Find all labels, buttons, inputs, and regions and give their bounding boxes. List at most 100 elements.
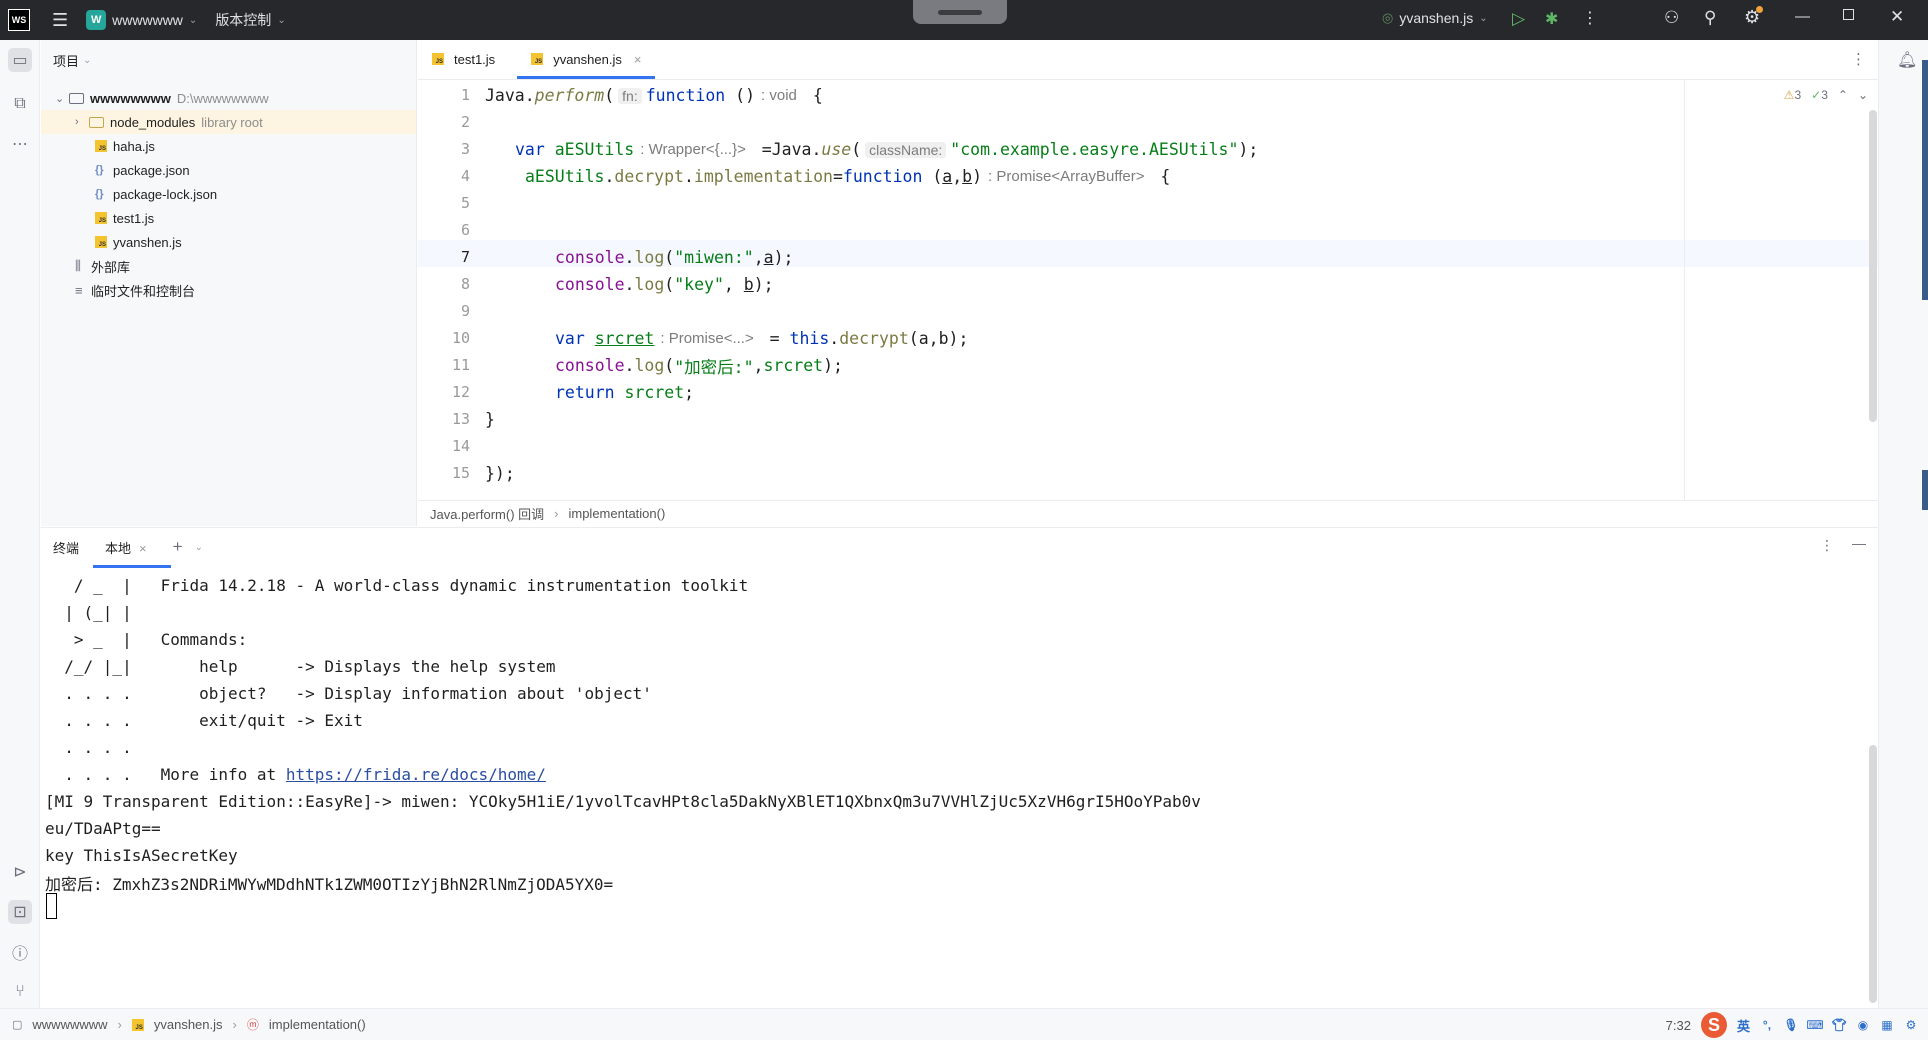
close-icon[interactable]: ✕ (1890, 7, 1904, 27)
code-line[interactable]: console. log("miwen:", a); (555, 244, 793, 271)
chevron-up-icon[interactable]: ⌃ (1838, 88, 1848, 102)
project-panel-header[interactable]: 项目 ⌄ (41, 40, 416, 80)
terminal-line: / _ | Frida 14.2.18 - A world-class dyna… (45, 576, 749, 595)
breadcrumb-item[interactable]: Java.perform() 回调 (430, 504, 544, 523)
code-line[interactable]: Java. perform(fn: function (): void { (485, 82, 823, 109)
chevron-down-icon: ⌄ (188, 14, 198, 26)
tree-item-label: haha.js (113, 138, 155, 154)
tab-test1-js[interactable]: JS test1.js (418, 39, 509, 79)
maximize-icon[interactable] (1843, 9, 1854, 20)
type-hint: : Wrapper<{...}> (640, 141, 746, 158)
line-number: 8 (460, 275, 470, 293)
cursor-position[interactable]: 7:32 (1666, 1018, 1691, 1033)
game-icon[interactable]: ◉ (1856, 1018, 1870, 1032)
punctuation-icon[interactable]: °, (1760, 1018, 1774, 1032)
problems-icon[interactable]: ⓘ (8, 940, 32, 964)
code-line[interactable]: console. log("key", b); (555, 271, 774, 298)
project-panel-title: 项目 (53, 53, 80, 69)
ime-menu-icon[interactable]: ⚙ (1904, 1018, 1918, 1032)
hide-panel-icon[interactable]: — (1852, 535, 1866, 551)
structure-icon[interactable]: ⧉ (8, 92, 32, 116)
terminal-cursor[interactable] (46, 893, 57, 919)
app-logo[interactable]: WS (8, 9, 30, 31)
breadcrumb-item[interactable]: implementation() (568, 506, 665, 521)
run-config-name: yvanshen.js (1399, 10, 1474, 26)
folder-icon (69, 92, 84, 104)
terminal-icon[interactable]: ⊡ (8, 900, 32, 924)
minimize-icon[interactable]: — (1795, 8, 1810, 25)
tab-options-icon[interactable]: ⋮ (1851, 50, 1866, 68)
terminal-scrollbar[interactable] (1869, 745, 1877, 1003)
terminal-line: /_/ |_| help -> Displays the help system (45, 657, 556, 676)
tree-item-node-modules[interactable]: › node_modules library root (41, 110, 416, 134)
tree-item-haha-js[interactable]: JS haha.js (41, 134, 416, 158)
vcs-menu[interactable]: 版本控制 ⌄ (215, 10, 285, 30)
ime-language[interactable]: 英 (1737, 1016, 1750, 1035)
status-crumb[interactable]: yvanshen.js (154, 1017, 223, 1032)
line-number: 14 (451, 437, 470, 455)
folder-icon (89, 116, 104, 128)
tab-local[interactable]: 本地 × (93, 538, 171, 568)
new-tab-icon[interactable]: + (173, 537, 183, 557)
chevron-down-icon[interactable]: ⌄ (1858, 88, 1868, 102)
chevron-down-icon[interactable]: ⌄ (195, 542, 203, 553)
git-icon[interactable]: ⑂ (8, 980, 32, 1004)
line-number: 12 (451, 383, 470, 401)
services-icon[interactable]: ⊳ (8, 860, 32, 884)
debug-icon[interactable]: ✱ (1545, 9, 1558, 29)
terminal-line: 加密后: ZmxhZ3s2NDRiMWYwMDdhNTk1ZWM0OTIzYjB… (45, 874, 614, 894)
add-user-icon[interactable]: ⚇ (1664, 8, 1679, 28)
tab-label: test1.js (454, 51, 496, 67)
tree-item-label: 外部库 (91, 259, 131, 275)
js-file-icon: JS (95, 236, 107, 248)
tree-item-package-json[interactable]: {} package.json (41, 158, 416, 182)
close-tab-icon[interactable]: × (634, 52, 642, 67)
skin-icon[interactable]: 👕︎ (1831, 1018, 1846, 1032)
more-actions-icon[interactable]: ⋮ (1582, 8, 1598, 28)
search-icon[interactable]: ⚲ (1704, 8, 1716, 28)
status-crumb[interactable]: implementation() (269, 1017, 366, 1032)
tab-yvanshen-js[interactable]: JS yvanshen.js × (517, 39, 656, 79)
editor-scrollbar[interactable] (1869, 110, 1877, 422)
json-file-icon: {} (95, 164, 104, 176)
tree-item-test1-js[interactable]: JS test1.js (41, 206, 416, 230)
code-line[interactable]: } (485, 406, 495, 433)
window-drag-handle[interactable] (913, 0, 1007, 24)
toolbox-icon[interactable]: ▦ (1880, 1018, 1894, 1032)
run-icon[interactable]: ▷ (1512, 9, 1525, 29)
notifications-bell-icon[interactable]: 🔔︎ (1897, 50, 1917, 70)
tree-item-label: package-lock.json (113, 186, 218, 202)
right-margin-guide (1684, 80, 1685, 500)
terminal-title: 终端 (53, 540, 80, 556)
project-switcher[interactable]: W wwwwwww ⌄ (86, 10, 197, 30)
line-number: 2 (460, 113, 470, 131)
code-line[interactable]: var srcret: Promise<...> = this. decrypt(… (555, 325, 968, 352)
more-tools-icon[interactable]: ⋯ (8, 132, 32, 156)
project-folder-icon[interactable]: ▭ (8, 48, 32, 72)
tree-item-label: 临时文件和控制台 (91, 283, 196, 299)
code-line[interactable]: }); (485, 460, 515, 487)
tree-item-package-lock-json[interactable]: {} package-lock.json (41, 182, 416, 206)
status-crumb[interactable]: wwwwwwww (32, 1017, 107, 1032)
right-tool-strip: 🔔︎ (1878, 40, 1928, 1008)
library-icon: ⫼ (75, 258, 81, 273)
tree-item-external-libraries[interactable]: ⫼ 外部库 (41, 254, 416, 278)
tree-item-hint: library root (201, 114, 263, 130)
keyboard-icon[interactable]: ⌨ (1806, 1018, 1823, 1032)
code-line[interactable]: console. log("加密后:", srcret); (555, 352, 843, 379)
tree-item-root[interactable]: ⌄ wwwwwwww D:\wwwwwwww (41, 86, 416, 110)
inspection-widget[interactable]: ⚠3 ✓3 ⌃ ⌄ (1784, 88, 1868, 102)
close-tab-icon[interactable]: × (139, 541, 147, 556)
code-line[interactable]: return srcret; (555, 379, 694, 406)
main-menu-icon[interactable]: ☰ (52, 10, 68, 31)
code-line[interactable]: var aESUtils: Wrapper<{...}> =Java. use(c… (515, 136, 1258, 163)
microphone-icon[interactable]: 🎙︎ (1783, 1018, 1798, 1032)
frida-docs-link[interactable]: https://frida.re/docs/home/ (286, 765, 546, 784)
ime-logo-icon[interactable]: S (1700, 1012, 1727, 1038)
code-line[interactable]: aESUtils. decrypt. implementation = function… (525, 163, 1170, 190)
tree-item-scratches[interactable]: ≡ 临时文件和控制台 (41, 278, 416, 302)
terminal-line: . . . . More info at https://frida.re/do… (45, 765, 546, 784)
run-config-selector[interactable]: ◎ yvanshen.js ⌄ (1382, 10, 1488, 26)
tree-item-yvanshen-js[interactable]: JS yvanshen.js (41, 230, 416, 254)
terminal-options-icon[interactable]: ⋮ (1820, 537, 1834, 554)
